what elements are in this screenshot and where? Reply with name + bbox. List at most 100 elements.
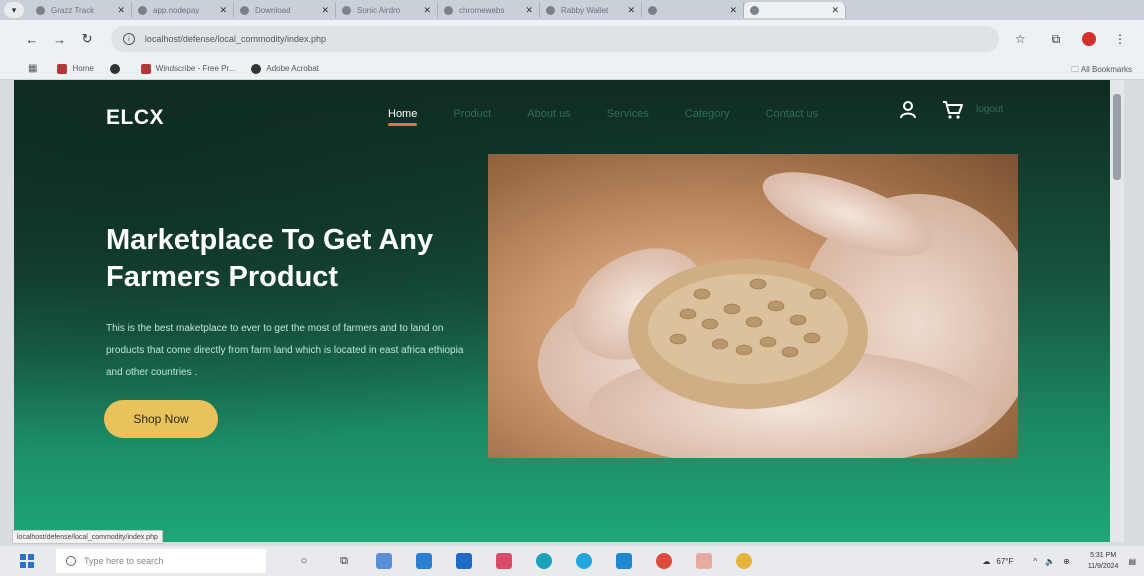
nav-services[interactable]: Services bbox=[607, 108, 649, 120]
back-icon[interactable]: ← bbox=[18, 32, 46, 47]
windows-start-icon[interactable] bbox=[20, 554, 34, 568]
bookmark-globe[interactable] bbox=[109, 63, 125, 74]
tab[interactable]: Download ✕ bbox=[234, 2, 336, 18]
close-icon[interactable]: ✕ bbox=[729, 5, 737, 16]
close-icon[interactable]: ✕ bbox=[117, 5, 125, 16]
scrollbar-thumb[interactable] bbox=[1113, 94, 1121, 180]
nav-about[interactable]: About us bbox=[527, 108, 570, 120]
tab-title: Grazz Track bbox=[51, 5, 95, 15]
profile-avatar[interactable] bbox=[1082, 32, 1097, 46]
close-icon[interactable]: ✕ bbox=[219, 5, 227, 16]
cart-icon[interactable] bbox=[942, 100, 964, 120]
extensions-icon[interactable]: ⧉ bbox=[1052, 32, 1061, 47]
task-view-icon[interactable]: ⧉ bbox=[332, 550, 356, 572]
bookmark-star-icon[interactable]: ☆ bbox=[1015, 32, 1026, 46]
vscode-icon[interactable] bbox=[612, 550, 636, 572]
tab-title: app.nodepay bbox=[153, 5, 200, 15]
status-bar-url: localhost/defense/local_commodity/index.… bbox=[12, 530, 163, 544]
temperature[interactable]: 67°F bbox=[996, 557, 1013, 566]
search-icon bbox=[66, 556, 76, 566]
clock-time: 5:31 PM bbox=[1090, 552, 1117, 559]
reload-icon[interactable]: ↻ bbox=[73, 31, 101, 47]
nav-category[interactable]: Category bbox=[685, 108, 730, 120]
weather-icon[interactable]: ☁ bbox=[982, 557, 990, 566]
tab-title: Rabby Wallet bbox=[561, 5, 609, 15]
chevron-up-icon[interactable]: ^ bbox=[1033, 557, 1037, 566]
bookmark-label: Home bbox=[72, 64, 94, 73]
close-icon[interactable]: ✕ bbox=[321, 5, 329, 16]
app-icon-2[interactable] bbox=[652, 550, 676, 572]
chrome-icon[interactable] bbox=[732, 550, 756, 572]
tab[interactable]: Rabby Wallet ✕ bbox=[540, 2, 642, 18]
tab-favicon bbox=[138, 5, 147, 15]
store-icon[interactable] bbox=[412, 550, 436, 572]
taskbar: Type here to search ○ ⧉ ☁ 67°F ^ 🔈 ⊕ 5:3… bbox=[0, 546, 1144, 576]
cortana-icon[interactable]: ○ bbox=[292, 550, 316, 572]
forward-icon[interactable]: → bbox=[46, 32, 74, 47]
volume-icon[interactable]: 🔈 bbox=[1045, 557, 1055, 566]
nav-home[interactable]: Home bbox=[388, 108, 418, 126]
clock[interactable]: 5:31 PM 11/9/2024 bbox=[1088, 550, 1119, 572]
app-icon[interactable] bbox=[572, 550, 596, 572]
network-icon[interactable]: ⊕ bbox=[1063, 557, 1070, 566]
bookmark-home[interactable]: Home bbox=[57, 63, 94, 74]
bookmark-acrobat[interactable]: Adobe Acrobat bbox=[251, 63, 319, 74]
taskbar-search-input[interactable]: Type here to search bbox=[56, 549, 266, 573]
page-scrollbar[interactable] bbox=[1110, 80, 1124, 542]
media-icon[interactable] bbox=[492, 550, 516, 572]
bookmark-apps[interactable]: ▦ bbox=[28, 63, 41, 74]
all-bookmarks-button[interactable]: 🗀 All Bookmarks bbox=[1071, 64, 1132, 78]
apps-grid-icon: ▦ bbox=[28, 63, 38, 74]
all-bookmarks-label: All Bookmarks bbox=[1080, 65, 1132, 74]
url-bar[interactable]: i localhost/defense/local_commodity/inde… bbox=[110, 26, 999, 52]
close-icon[interactable]: ✕ bbox=[525, 5, 533, 16]
tab[interactable]: app.nodepay ✕ bbox=[132, 2, 234, 18]
notifications-icon[interactable]: ▤ bbox=[1128, 557, 1136, 566]
tab[interactable]: Sonic Airdro ✕ bbox=[336, 2, 438, 18]
tab[interactable]: Grazz Track ✕ bbox=[30, 2, 132, 18]
mail-icon[interactable] bbox=[452, 550, 476, 572]
tab-favicon bbox=[342, 5, 351, 15]
close-icon[interactable]: ✕ bbox=[627, 5, 635, 16]
tab-favicon bbox=[750, 5, 759, 15]
acrobat-icon bbox=[251, 63, 262, 74]
logout-link[interactable]: logout bbox=[976, 104, 1003, 115]
globe-icon bbox=[109, 63, 120, 74]
bookmarks-bar: ▦ Home Windscribe - Free Pr... Adobe Acr… bbox=[0, 58, 1144, 80]
windscribe-icon bbox=[140, 63, 151, 74]
photos-icon[interactable] bbox=[692, 550, 716, 572]
tab[interactable]: ✕ bbox=[642, 2, 744, 18]
address-toolbar: ← → ↻ i localhost/defense/local_commodit… bbox=[0, 20, 1144, 58]
widgets-icon[interactable] bbox=[372, 550, 396, 572]
clock-date: 11/9/2024 bbox=[1087, 563, 1119, 570]
hero-image bbox=[488, 154, 1018, 458]
user-icon[interactable] bbox=[898, 100, 918, 120]
hero-title: Marketplace To Get Any Farmers Product bbox=[106, 224, 434, 293]
hero-description: This is the best maketplace to ever to g… bbox=[106, 323, 464, 378]
system-tray: ☁ 67°F ^ 🔈 ⊕ 5:31 PM 11/9/2024 ▤ bbox=[982, 546, 1136, 576]
tab-title: Sonic Airdro bbox=[357, 5, 401, 15]
close-icon[interactable]: ✕ bbox=[831, 5, 839, 16]
tab-favicon bbox=[36, 5, 45, 15]
url-text: localhost/defense/local_commodity/index.… bbox=[144, 34, 326, 44]
edge-icon[interactable] bbox=[532, 550, 556, 572]
menu-icon[interactable]: ⋮ bbox=[1114, 32, 1126, 46]
tab-favicon bbox=[648, 5, 657, 15]
site-logo[interactable]: ELCX bbox=[106, 106, 164, 130]
site-info-icon[interactable]: i bbox=[122, 33, 135, 45]
main-nav: Home Product About us Services Category … bbox=[388, 108, 854, 126]
shop-now-button[interactable]: Shop Now bbox=[104, 400, 218, 438]
tab-favicon bbox=[546, 5, 555, 15]
tab-title: Download bbox=[255, 5, 291, 15]
tab-active[interactable]: ✕ bbox=[744, 2, 846, 18]
bookmark-windscribe[interactable]: Windscribe - Free Pr... bbox=[140, 63, 236, 74]
tab-search-button[interactable]: ▾ bbox=[4, 2, 24, 18]
close-icon[interactable]: ✕ bbox=[423, 5, 431, 16]
taskbar-search-placeholder: Type here to search bbox=[84, 556, 164, 566]
bookmark-label: Windscribe - Free Pr... bbox=[155, 64, 236, 73]
nav-contact[interactable]: Contact us bbox=[766, 108, 819, 120]
nav-product[interactable]: Product bbox=[453, 108, 491, 120]
tab[interactable]: chromewebs ✕ bbox=[438, 2, 540, 18]
taskbar-apps: ○ ⧉ bbox=[292, 550, 772, 572]
tab-favicon bbox=[444, 5, 453, 15]
